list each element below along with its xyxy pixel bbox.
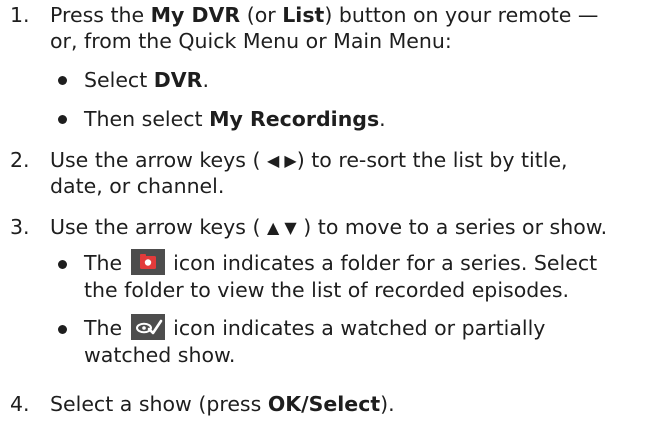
step-text: Press the My DVR (or List) button on you… [50,3,599,27]
my-dvr-button-label: My DVR [150,3,241,27]
watched-check-icon [130,314,165,340]
step-number: 4. [10,392,30,416]
bullet-text: The icon indicates a watched or partiall… [84,314,546,340]
step-text-line2: date, or channel. [50,174,225,198]
step-text-line2: or, from the Quick Menu or Main Menu: [50,29,452,53]
folder-record-icon [130,249,165,275]
bullet-text: Then select My Recordings. [84,107,386,131]
list-button-label: List [282,3,325,27]
bullet-dot [58,115,67,124]
left-right-arrows-icon: ◀ ▶ [267,151,297,170]
step-text: Use the arrow keys ( ◀ ▶) to re-sort the… [50,148,568,172]
up-down-arrows-icon: ▲ ▼ [267,218,297,237]
bullet-dot [58,76,67,85]
step-text: Select a show (press OK/Select). [50,392,395,416]
instruction-list: 1. Press the My DVR (or List) button on … [0,0,669,425]
bullet-text-line2: watched show. [84,343,236,367]
step-number: 2. [10,148,30,172]
bullet-dot [58,325,67,334]
step-text: Use the arrow keys ( ▲ ▼ ) to move to a … [50,215,608,239]
bullet-text: Select DVR. [84,68,209,92]
ok-select-button-label: OK/Select [267,392,381,416]
bullet-text: The icon indicates a folder for a series… [84,249,598,275]
bullet-text-line2: the folder to view the list of recorded … [84,278,570,302]
step-number: 3. [10,215,30,239]
bullet-dot [58,260,67,269]
step-number: 1. [10,3,30,27]
